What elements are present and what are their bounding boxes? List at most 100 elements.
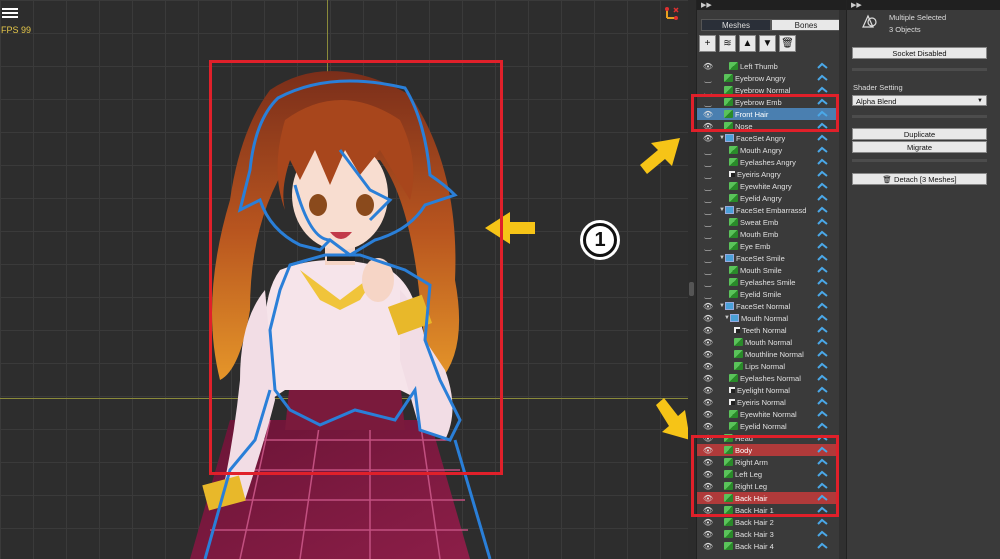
tree-row[interactable]: 👁 Back Hair 3 [697, 528, 837, 540]
eye-icon[interactable]: 👁 [701, 362, 715, 371]
rigging-icon[interactable] [817, 518, 828, 526]
rigging-icon[interactable] [817, 254, 828, 262]
rigging-icon[interactable] [817, 146, 828, 154]
rigging-icon[interactable] [817, 422, 828, 430]
eye-icon[interactable]: 👁 [701, 326, 715, 335]
tree-row[interactable]: ‿ Mouth Smile [697, 264, 837, 276]
eye-icon[interactable]: 👁 [701, 410, 715, 419]
eye-closed-icon[interactable]: ‿ [701, 266, 715, 275]
eye-closed-icon[interactable]: ‿ [701, 218, 715, 227]
rigging-icon[interactable] [817, 158, 828, 166]
tab-meshes[interactable]: Meshes [701, 19, 771, 31]
rigging-icon[interactable] [817, 410, 828, 418]
rigging-icon[interactable] [817, 374, 828, 382]
scene-viewport[interactable]: 1 FPS 99 [0, 0, 688, 559]
eye-icon[interactable]: 👁 [701, 422, 715, 431]
gizmo-icon[interactable] [665, 6, 679, 20]
tree-row[interactable]: 👁 Back Hair 4 [697, 540, 837, 552]
tree-row[interactable]: ‿ Eyewhite Angry [697, 180, 837, 192]
eye-icon[interactable]: 👁 [701, 518, 715, 527]
rigging-icon[interactable] [817, 542, 828, 550]
eye-icon[interactable]: 👁 [701, 374, 715, 383]
migrate-button[interactable]: Migrate [852, 141, 987, 153]
rigging-icon[interactable] [817, 194, 828, 202]
tree-row[interactable]: ‿ Eyelashes Angry [697, 156, 837, 168]
tree-row[interactable]: 👁 ▼ FaceSet Angry [697, 132, 837, 144]
rigging-icon[interactable] [817, 314, 828, 322]
tree-row[interactable]: 👁 ▼ FaceSet Normal [697, 300, 837, 312]
rigging-icon[interactable] [817, 350, 828, 358]
collapse-arrows-icon[interactable]: ▶▶ [701, 1, 712, 9]
tree-row[interactable]: 👁 Mouthline Normal [697, 348, 837, 360]
eye-closed-icon[interactable]: ‿ [701, 290, 715, 299]
duplicate-button[interactable]: Duplicate [852, 128, 987, 140]
trash-icon[interactable]: 🗑 [779, 35, 796, 52]
eye-closed-icon[interactable]: ‿ [701, 194, 715, 203]
layers-icon[interactable]: ≋ [719, 35, 736, 52]
rigging-icon[interactable] [817, 182, 828, 190]
rigging-icon[interactable] [817, 134, 828, 142]
tree-row[interactable]: 👁 Back Hair 2 [697, 516, 837, 528]
tree-row[interactable]: ‿ Eyeiris Angry [697, 168, 837, 180]
tree-row[interactable]: ‿ Eyelid Angry [697, 192, 837, 204]
eye-closed-icon[interactable]: ‿ [701, 206, 715, 215]
eye-closed-icon[interactable]: ‿ [701, 182, 715, 191]
rigging-icon[interactable] [817, 86, 828, 94]
rigging-icon[interactable] [817, 530, 828, 538]
rigging-icon[interactable] [817, 266, 828, 274]
eye-icon[interactable]: 👁 [701, 314, 715, 323]
tree-row[interactable]: ‿ Sweat Emb [697, 216, 837, 228]
tree-row[interactable]: ‿ ▼ FaceSet Embarrassd [697, 204, 837, 216]
eye-closed-icon[interactable]: ‿ [701, 242, 715, 251]
rigging-icon[interactable] [817, 278, 828, 286]
rigging-icon[interactable] [817, 74, 828, 82]
detach-button[interactable]: 🗑 Detach [3 Meshes] [852, 173, 987, 185]
rigging-icon[interactable] [817, 62, 828, 70]
eye-icon[interactable]: 👁 [701, 338, 715, 347]
tree-row[interactable]: 👁 Eyelid Normal [697, 420, 837, 432]
eye-icon[interactable]: 👁 [701, 530, 715, 539]
eye-closed-icon[interactable]: ‿ [701, 74, 715, 83]
eye-closed-icon[interactable]: ‿ [701, 230, 715, 239]
tree-row[interactable]: ‿ Mouth Emb [697, 228, 837, 240]
menu-icon[interactable] [2, 6, 18, 20]
tree-row[interactable]: ‿ Eyebrow Angry [697, 72, 837, 84]
eye-icon[interactable]: 👁 [701, 398, 715, 407]
shader-select[interactable]: Alpha Blend ▼ [852, 95, 987, 106]
eye-closed-icon[interactable]: ‿ [701, 146, 715, 155]
eye-closed-icon[interactable]: ‿ [701, 158, 715, 167]
eye-closed-icon[interactable]: ‿ [701, 278, 715, 287]
eye-icon[interactable]: 👁 [701, 302, 715, 311]
eye-icon[interactable]: 👁 [701, 386, 715, 395]
rigging-icon[interactable] [817, 230, 828, 238]
tree-row[interactable]: 👁 Left Thumb [697, 60, 837, 72]
rigging-icon[interactable] [817, 398, 828, 406]
rigging-icon[interactable] [817, 302, 828, 310]
tab-bones[interactable]: Bones [771, 19, 841, 31]
eye-icon[interactable]: 👁 [701, 350, 715, 359]
tree-row[interactable]: ‿ Eye Emb [697, 240, 837, 252]
move-up-icon[interactable]: ▲ [739, 35, 756, 52]
eye-icon[interactable]: 👁 [701, 134, 715, 143]
rigging-icon[interactable] [817, 290, 828, 298]
rigging-icon[interactable] [817, 362, 828, 370]
rigging-icon[interactable] [817, 338, 828, 346]
tree-row[interactable]: 👁 Eyeiris Normal [697, 396, 837, 408]
rigging-icon[interactable] [817, 170, 828, 178]
tree-row[interactable]: 👁 Teeth Normal [697, 324, 837, 336]
rigging-icon[interactable] [817, 242, 828, 250]
eye-closed-icon[interactable]: ‿ [701, 254, 715, 263]
rigging-icon[interactable] [817, 206, 828, 214]
tree-row[interactable]: 👁 ▼ Mouth Normal [697, 312, 837, 324]
eye-closed-icon[interactable]: ‿ [701, 170, 715, 179]
tree-row[interactable]: 👁 Lips Normal [697, 360, 837, 372]
tree-row[interactable]: 👁 Eyelashes Normal [697, 372, 837, 384]
tree-row[interactable]: 👁 Mouth Normal [697, 336, 837, 348]
eye-icon[interactable]: 👁 [701, 62, 715, 71]
rigging-icon[interactable] [817, 386, 828, 394]
tree-row[interactable]: 👁 Eyelight Normal [697, 384, 837, 396]
tree-row[interactable]: 👁 Eyewhite Normal [697, 408, 837, 420]
inspector-collapse-icon[interactable]: ▶▶ [851, 1, 862, 9]
eye-icon[interactable]: 👁 [701, 542, 715, 551]
tree-row[interactable]: ‿ ▼ FaceSet Smile [697, 252, 837, 264]
